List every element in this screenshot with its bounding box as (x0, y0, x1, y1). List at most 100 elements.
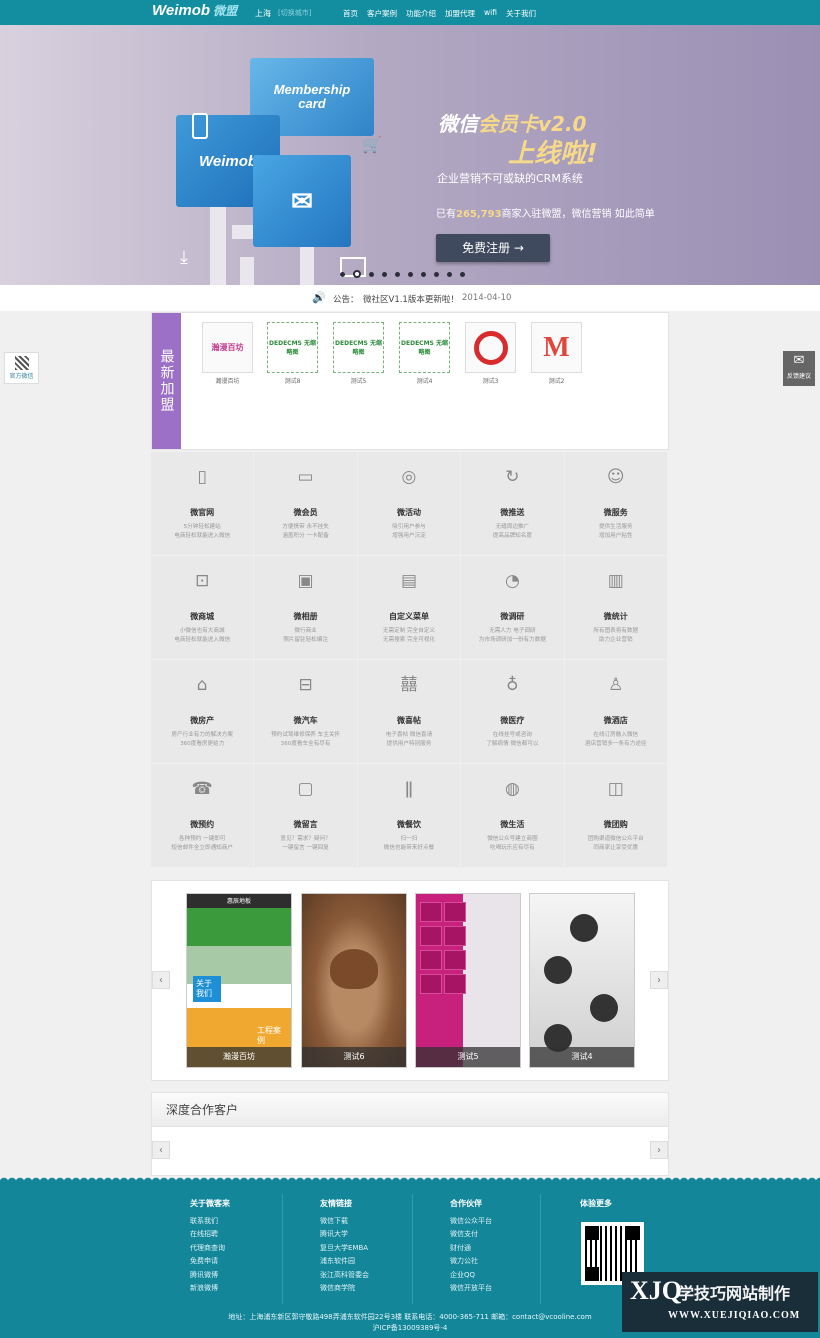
feature-card[interactable]: ♙ 微酒店 在线订房融入微信 酒店营销多一条有力途径 (564, 660, 667, 763)
footer-link[interactable]: 企业QQ (450, 1269, 492, 1282)
survey-icon: ◔ (504, 571, 520, 591)
feature-description: 提供生活服务 增加用户粘性 (598, 524, 633, 539)
feature-title: 微会员 (293, 508, 318, 517)
carousel-dot[interactable] (447, 271, 452, 277)
album-icon: ▣ (297, 571, 314, 591)
feature-card[interactable]: 囍微喜帖 电子喜帖 微信喜请 提供用户特别服务 (357, 660, 461, 763)
carousel-dot[interactable] (340, 271, 345, 277)
menu-tile (420, 902, 442, 922)
case-caption: 瀚漫百坊 (187, 1047, 291, 1067)
feature-card[interactable]: ◍ 微生活 微信公众号建立商圈 吃喝玩乐应有尽有 (461, 764, 564, 867)
nav-agency[interactable]: 加盟代理 (445, 8, 475, 19)
feature-card[interactable]: ↻ 微推送 无缝周边推广 提高品牌知名度 (461, 452, 564, 555)
feature-card[interactable]: ▢ 微留言 意见？需求？疑问？ 一键留言 一键回复 (254, 764, 357, 867)
carousel-dot[interactable] (460, 271, 465, 277)
feature-card[interactable]: ☎ 微预约 各种预约 一键即可 短信邮件全立即通知商户 (151, 764, 254, 867)
feature-card[interactable]: ◎ 微活动 吸引用户参与 增强用户沉淀 (357, 452, 461, 555)
feature-card[interactable]: ▯ 微官网 5分钟轻松建站 电商轻松就能进入微信 (151, 452, 254, 555)
feature-card[interactable]: ▣ 微相册 微行商业 照片留驻轻松编注 (254, 556, 357, 659)
partner-name: 测试3 (482, 378, 499, 385)
footer-link[interactable]: 财付通 (450, 1242, 492, 1255)
footer-link[interactable]: 微信支付 (450, 1228, 492, 1241)
case-phone-tag: 关于我们 (193, 976, 221, 1002)
announcement-link[interactable]: 微社区V1.1版本更新啦！ (363, 293, 459, 305)
carousel-dot[interactable] (408, 271, 413, 277)
planet-icon: ◍ (504, 779, 520, 799)
footer-link[interactable]: 腾讯微博 (190, 1269, 230, 1282)
feature-description: 小微信也有大商城 电商轻松就能进入微信 (174, 628, 231, 643)
case-item[interactable]: 测试6 (301, 893, 407, 1068)
feature-description: 在线挂号或咨询 了解病情 微信都可以 (486, 732, 539, 747)
feature-title: 微房产 (190, 716, 215, 725)
partner-item[interactable]: 瀚漫百坊 瀚漫百坊 (202, 322, 253, 385)
feature-card[interactable]: ♁ 微医疗 在线挂号或咨询 了解病情 微信都可以 (461, 660, 564, 763)
clients-prev-button[interactable]: ‹ (152, 1141, 170, 1159)
partner-item[interactable]: DEDECMS 无缩略图 测试4 (399, 322, 450, 385)
footer-divider (540, 1194, 541, 1304)
clients-next-button[interactable]: › (650, 1141, 668, 1159)
partner-item[interactable]: 测试3 (465, 322, 516, 385)
footer-link[interactable]: 腾讯大学 (320, 1228, 369, 1241)
feature-card[interactable]: ☺ 微服务 提供生活服务 增加用户粘性 (564, 452, 667, 555)
feature-card[interactable]: ⊟ 微汽车 预约试驾维修保养 车主关怀 360度看车全有尽有 (254, 660, 357, 763)
partner-item[interactable]: M 测试2 (531, 322, 582, 385)
nav-home[interactable]: 首页 (343, 8, 358, 19)
footer-link[interactable]: 微信开放平台 (450, 1282, 492, 1295)
feature-description: 微行商业 照片留驻轻松编注 (283, 628, 328, 643)
footer-column-about: 关于微客来 联系我们 在线招聘 代理商查询 免费申请 腾讯微博 新浪微博 (190, 1198, 230, 1295)
feature-card[interactable]: ⊡ 微商城 小微信也有大商城 电商轻松就能进入微信 (151, 556, 254, 659)
mail-card-graphic: ✉ (253, 155, 351, 247)
nav-features[interactable]: 功能介绍 (406, 8, 436, 19)
footer-link[interactable]: 微力公社 (450, 1255, 492, 1268)
feature-card[interactable]: ◔ 微调研 无需人力 电子调研 为市场调研加一份有力数据 (461, 556, 564, 659)
footer-link[interactable]: 张江高科管委会 (320, 1269, 369, 1282)
feature-card[interactable]: ▭ 微会员 方便携带 永不挂失 涵盖积分 一卡配备 (254, 452, 357, 555)
nav-wifi[interactable]: wifi (484, 8, 497, 19)
footer-link[interactable]: 微信公众平台 (450, 1215, 492, 1228)
footer-link[interactable]: 新浪微博 (190, 1282, 230, 1295)
feedback-widget[interactable]: ✉ 反馈建议 (783, 351, 815, 386)
footer-link[interactable]: 微信下载 (320, 1215, 369, 1228)
site-watermark: XJQ 学技巧网站制作 WWW.XUEJIQIAO.COM (622, 1272, 818, 1332)
footer-link[interactable]: 免费申请 (190, 1255, 230, 1268)
banner-pipe (210, 200, 226, 285)
teapot-graphic (330, 949, 378, 989)
carousel-dot[interactable] (353, 270, 361, 278)
official-wechat-widget[interactable]: 官方微信 (4, 352, 39, 384)
house-icon: ⌂ (196, 675, 208, 695)
carousel-dot[interactable] (382, 271, 387, 277)
weimob-logo[interactable]: Weimob 微盟 (152, 2, 237, 19)
city-switch-link[interactable]: [切换城市] (278, 8, 311, 18)
footer-link[interactable]: 代理商查询 (190, 1242, 230, 1255)
feature-card[interactable]: ▥ 微统计 所有图表将有数据 助力企业营销 (564, 556, 667, 659)
feature-card[interactable]: ⌂ 微房产 房产行业有力的解决方案 360度看房更给力 (151, 660, 254, 763)
partner-item[interactable]: DEDECMS 无缩略图 测试5 (333, 322, 384, 385)
carousel-dot[interactable] (421, 271, 426, 277)
free-register-button[interactable]: 免费注册 → (436, 234, 550, 262)
case-item[interactable]: 测试5 (415, 893, 521, 1068)
partner-item[interactable]: DEDECMS 无缩略图 测试8 (267, 322, 318, 385)
carousel-dot[interactable] (369, 271, 374, 277)
footer-link[interactable]: 在线招聘 (190, 1228, 230, 1241)
case-item[interactable]: 惠辰地板 关于我们 工程案例 瀚漫百坊 (186, 893, 292, 1068)
feature-description: 方便携带 永不挂失 涵盖积分 一卡配备 (282, 524, 329, 539)
banner-pipe (240, 257, 254, 285)
footer-link[interactable]: 复旦大学EMBA (320, 1242, 369, 1255)
clients-title: 深度合作客户 (152, 1093, 668, 1127)
nav-about[interactable]: 关于我们 (506, 8, 536, 19)
footer-link[interactable]: 微信商学院 (320, 1282, 369, 1295)
footer-link[interactable]: 联系我们 (190, 1215, 230, 1228)
feature-description: 团购渠道微信公众平台 同商家让享受优惠 (587, 836, 644, 851)
case-item[interactable]: 测试4 (529, 893, 635, 1068)
feature-card[interactable]: ◫ 微团购 团购渠道微信公众平台 同商家让享受优惠 (564, 764, 667, 867)
nav-cases[interactable]: 客户案例 (367, 8, 397, 19)
feature-card[interactable]: ▤ 自定义菜单 无需定制 完全自定义 无需搜索 完全可视化 (357, 556, 461, 659)
footer-column-title: 合作伙伴 (450, 1199, 482, 1208)
carousel-dot[interactable] (395, 271, 400, 277)
footer-link[interactable]: 浦东软件园 (320, 1255, 369, 1268)
carousel-dot[interactable] (434, 271, 439, 277)
feature-card[interactable]: ǁ 微餐饮 扫一扫 微信也能带来好点餐 (357, 764, 461, 867)
hero-banner[interactable]: Membership card Weimob ✉ ⤓ 🛒 微信会员卡v2.0 上线… (0, 25, 820, 285)
showcase-prev-button[interactable]: ‹ (152, 971, 170, 989)
showcase-next-button[interactable]: › (650, 971, 668, 989)
